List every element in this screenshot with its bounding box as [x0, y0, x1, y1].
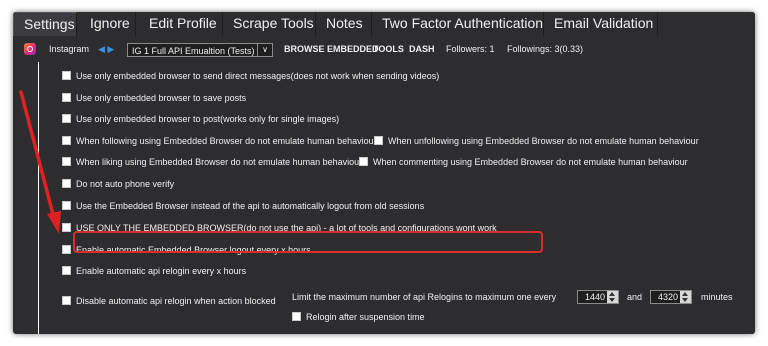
- minutes-label: minutes: [701, 292, 733, 302]
- tab-scrape-tools[interactable]: Scrape Tools: [223, 12, 316, 36]
- stepper-value: 1440: [584, 292, 605, 302]
- checkbox[interactable]: [62, 223, 71, 232]
- checkbox[interactable]: [62, 93, 71, 102]
- tab-ignore[interactable]: Ignore: [80, 12, 136, 36]
- option-label: Use only embedded browser to send direct…: [76, 71, 440, 81]
- checkbox[interactable]: [62, 296, 71, 305]
- and-label: and: [627, 292, 643, 302]
- chevron-down-icon: ∨: [257, 44, 272, 56]
- spin-buttons[interactable]: [680, 291, 691, 303]
- tab-two-factor-authentication[interactable]: Two Factor Authentication: [372, 12, 544, 36]
- option-label: When unfollowing using Embedded Browser …: [388, 136, 699, 146]
- option-label: Use only embedded browser to post(works …: [76, 114, 340, 124]
- toolbar: Instagram ◀ ▶ IG 1 Full API Emualtion (T…: [13, 37, 755, 62]
- dash-button[interactable]: DASH: [409, 37, 435, 62]
- checkbox[interactable]: [374, 136, 383, 145]
- option-label: Enable automatic api relogin every x hou…: [76, 266, 247, 276]
- relogin-minutes-max-stepper[interactable]: 4320: [650, 290, 692, 304]
- app-window: Settings Ignore Edit Profile Scrape Tool…: [13, 12, 755, 334]
- checkbox[interactable]: [62, 179, 71, 188]
- api-mode-select[interactable]: IG 1 Full API Emualtion (Tests) ∨: [127, 43, 273, 57]
- checkbox[interactable]: [62, 71, 71, 80]
- api-mode-select-value: IG 1 Full API Emualtion (Tests): [132, 46, 255, 56]
- option-label: Disable automatic api relogin when actio…: [76, 296, 276, 306]
- followings-count: Followings: 3(0.33): [507, 44, 584, 54]
- checkbox[interactable]: [359, 157, 368, 166]
- instagram-icon: [24, 43, 36, 55]
- option-label: Relogin after suspension time: [306, 312, 425, 322]
- stepper-value: 4320: [657, 292, 678, 302]
- highlight-box: [73, 231, 543, 253]
- checkbox[interactable]: [62, 266, 71, 275]
- relogin-minutes-min-stepper[interactable]: 1440: [577, 290, 619, 304]
- checkbox[interactable]: [62, 201, 71, 210]
- option-label: When following using Embedded Browser do…: [76, 136, 377, 146]
- followers-count: Followers: 1: [446, 44, 495, 54]
- checkbox[interactable]: [62, 157, 71, 166]
- tab-settings[interactable]: Settings: [13, 12, 77, 36]
- spin-buttons[interactable]: [607, 291, 618, 303]
- platform-label: Instagram: [49, 44, 90, 54]
- tab-notes[interactable]: Notes: [316, 12, 372, 36]
- checkbox[interactable]: [62, 245, 71, 254]
- tab-edit-profile[interactable]: Edit Profile: [139, 12, 223, 36]
- option-label: Use the Embedded Browser instead of the …: [76, 201, 425, 211]
- browse-embedded-button[interactable]: BROWSE EMBEDDED: [284, 37, 379, 62]
- prev-next-arrows-icon[interactable]: ◀ ▶: [98, 37, 114, 62]
- option-label: Use only embedded browser to save posts: [76, 93, 247, 103]
- tools-button[interactable]: TOOLS: [373, 37, 404, 62]
- option-label: When commenting using Embedded Browser d…: [373, 157, 688, 167]
- settings-panel: Use only embedded browser to send direct…: [38, 62, 755, 334]
- checkbox[interactable]: [62, 114, 71, 123]
- option-label: Do not auto phone verify: [76, 179, 175, 189]
- tab-bar: Settings Ignore Edit Profile Scrape Tool…: [13, 12, 755, 37]
- checkbox[interactable]: [292, 312, 301, 321]
- option-label: When liking using Embedded Browser do no…: [76, 157, 363, 167]
- relogin-limit-label: Limit the maximum number of api Relogins…: [292, 292, 557, 302]
- tab-email-validation[interactable]: Email Validation: [544, 12, 658, 36]
- checkbox[interactable]: [62, 136, 71, 145]
